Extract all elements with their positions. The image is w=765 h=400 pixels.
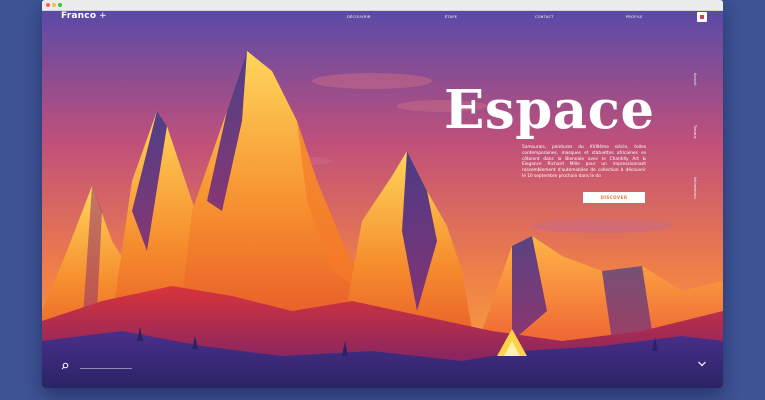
plus-icon[interactable]: + bbox=[99, 11, 107, 21]
footer-divider bbox=[80, 368, 132, 369]
search-icon[interactable] bbox=[61, 362, 69, 370]
close-window-button[interactable] bbox=[46, 3, 50, 7]
nav-link-step[interactable]: ÉTAPE bbox=[445, 15, 457, 19]
menu-icon[interactable] bbox=[697, 12, 707, 22]
nav-link-profile[interactable]: PROFILE bbox=[626, 15, 643, 19]
browser-window: Franco + DÉCOUVRIR ÉTAPE CONTACT PROFILE… bbox=[42, 0, 723, 388]
maximize-window-button[interactable] bbox=[58, 3, 62, 7]
nav-link-discover[interactable]: DÉCOUVRIR bbox=[347, 15, 371, 19]
nav-link-contact[interactable]: CONTACT bbox=[535, 15, 554, 19]
minimize-window-button[interactable] bbox=[52, 3, 56, 7]
discover-button[interactable]: DISCOVER bbox=[583, 192, 645, 203]
brand-logo[interactable]: Franco bbox=[61, 11, 96, 21]
hero-description: Samourais, peintures du XVIIIème siècle,… bbox=[522, 145, 646, 179]
hero-title: Espace bbox=[444, 79, 655, 141]
side-link-informations[interactable]: Informations bbox=[693, 177, 697, 199]
side-link-travaux[interactable]: Travaux bbox=[693, 125, 697, 139]
chevron-down-icon[interactable] bbox=[697, 360, 707, 368]
side-link-accueil[interactable]: Accueil bbox=[693, 73, 697, 86]
browser-chrome bbox=[42, 0, 723, 11]
